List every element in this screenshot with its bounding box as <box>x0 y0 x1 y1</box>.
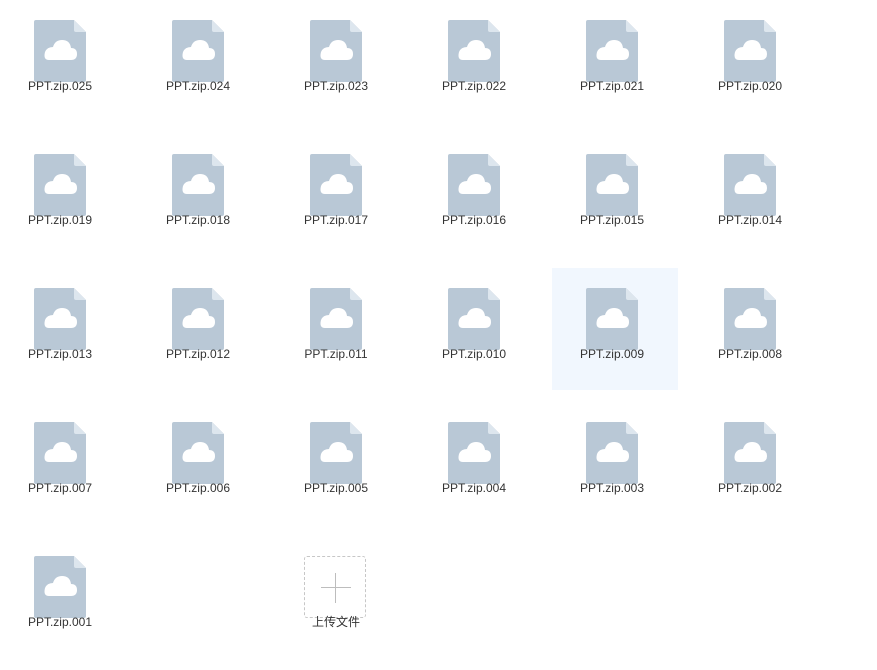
file-item[interactable]: PPT.zip.016 <box>414 134 540 256</box>
file-item[interactable]: PPT.zip.014 <box>690 134 816 256</box>
cloud-file-icon <box>724 422 776 484</box>
cloud-file-icon <box>724 288 776 350</box>
file-name: PPT.zip.011 <box>304 347 368 361</box>
upload-label: 上传文件 <box>311 615 360 629</box>
file-name: PPT.zip.018 <box>165 213 231 227</box>
file-item[interactable]: PPT.zip.020 <box>690 0 816 122</box>
cloud-file-icon <box>310 288 362 350</box>
cloud-file-icon <box>310 422 362 484</box>
file-name: PPT.zip.017 <box>303 213 369 227</box>
cloud-file-icon <box>586 288 638 350</box>
cloud-file-icon <box>172 288 224 350</box>
cloud-file-icon <box>34 288 86 350</box>
file-name: PPT.zip.019 <box>27 213 93 227</box>
file-name: PPT.zip.022 <box>441 79 507 93</box>
cloud-file-icon <box>586 154 638 216</box>
cloud-file-icon <box>586 422 638 484</box>
file-item[interactable]: PPT.zip.013 <box>0 268 126 390</box>
cloud-file-icon <box>34 556 86 618</box>
cloud-file-icon <box>34 422 86 484</box>
file-item[interactable]: PPT.zip.006 <box>138 402 264 524</box>
file-item[interactable]: PPT.zip.009 <box>552 268 678 390</box>
file-item[interactable]: PPT.zip.021 <box>552 0 678 122</box>
file-item[interactable]: PPT.zip.022 <box>414 0 540 122</box>
file-name: PPT.zip.016 <box>441 213 507 227</box>
file-item[interactable]: PPT.zip.017 <box>276 134 402 256</box>
file-name: PPT.zip.025 <box>27 79 93 93</box>
file-name: PPT.zip.007 <box>27 481 93 495</box>
plus-icon <box>321 573 351 603</box>
file-name: PPT.zip.009 <box>579 347 645 361</box>
file-name: PPT.zip.021 <box>579 79 645 93</box>
file-item[interactable]: PPT.zip.012 <box>138 268 264 390</box>
file-item[interactable]: PPT.zip.001 <box>0 536 126 658</box>
file-name: PPT.zip.003 <box>579 481 645 495</box>
file-item[interactable]: PPT.zip.025 <box>0 0 126 122</box>
file-item[interactable]: PPT.zip.003 <box>552 402 678 524</box>
file-item[interactable]: PPT.zip.011 <box>276 268 402 390</box>
file-name: PPT.zip.023 <box>303 79 369 93</box>
cloud-file-icon <box>448 154 500 216</box>
file-item[interactable]: PPT.zip.007 <box>0 402 126 524</box>
file-item[interactable]: PPT.zip.019 <box>0 134 126 256</box>
cloud-file-icon <box>448 288 500 350</box>
file-item[interactable]: PPT.zip.010 <box>414 268 540 390</box>
cloud-file-icon <box>34 20 86 82</box>
file-item[interactable]: PPT.zip.008 <box>690 268 816 390</box>
cloud-file-icon <box>172 154 224 216</box>
file-item[interactable]: PPT.zip.023 <box>276 0 402 122</box>
file-grid: PPT.zip.025 PPT.zip.024 PPT.zip.023 PPT.… <box>0 0 877 670</box>
file-name: PPT.zip.001 <box>27 615 93 629</box>
file-name: PPT.zip.004 <box>441 481 507 495</box>
cloud-file-icon <box>172 422 224 484</box>
file-name: PPT.zip.010 <box>441 347 507 361</box>
upload-dropzone[interactable] <box>304 556 366 618</box>
cloud-file-icon <box>34 154 86 216</box>
file-name: PPT.zip.014 <box>717 213 783 227</box>
cloud-file-icon <box>724 154 776 216</box>
cloud-file-icon <box>586 20 638 82</box>
file-item[interactable]: PPT.zip.005 <box>276 402 402 524</box>
file-item[interactable]: PPT.zip.015 <box>552 134 678 256</box>
file-name: PPT.zip.012 <box>165 347 231 361</box>
file-name: PPT.zip.013 <box>27 347 93 361</box>
file-item[interactable]: PPT.zip.004 <box>414 402 540 524</box>
file-item[interactable]: PPT.zip.002 <box>690 402 816 524</box>
file-name: PPT.zip.020 <box>717 79 783 93</box>
file-name: PPT.zip.006 <box>165 481 231 495</box>
cloud-file-icon <box>310 20 362 82</box>
file-name: PPT.zip.015 <box>579 213 645 227</box>
cloud-file-icon <box>724 20 776 82</box>
file-name: PPT.zip.002 <box>717 481 783 495</box>
cloud-file-icon <box>448 20 500 82</box>
cloud-file-icon <box>310 154 362 216</box>
file-name: PPT.zip.008 <box>717 347 783 361</box>
file-item[interactable]: PPT.zip.024 <box>138 0 264 122</box>
cloud-file-icon <box>448 422 500 484</box>
file-name: PPT.zip.005 <box>303 481 369 495</box>
upload-file-button[interactable]: 上传文件 <box>276 536 402 658</box>
file-item[interactable]: PPT.zip.018 <box>138 134 264 256</box>
cloud-file-icon <box>172 20 224 82</box>
file-name: PPT.zip.024 <box>165 79 231 93</box>
